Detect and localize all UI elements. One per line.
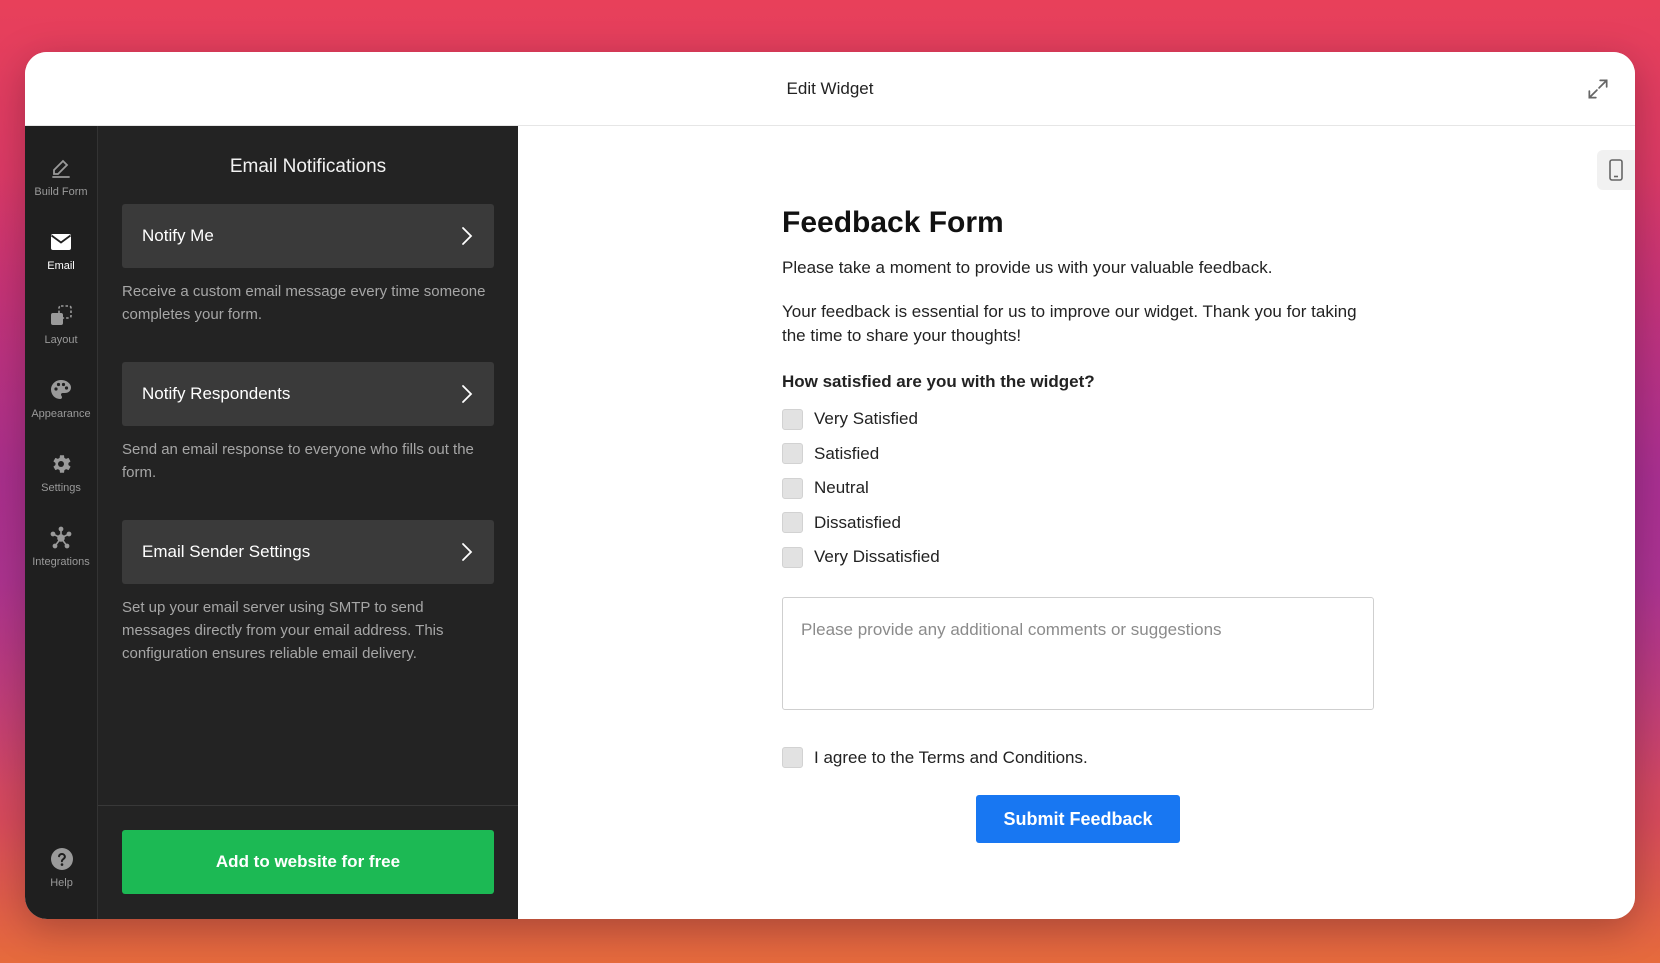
expand-button[interactable] (1583, 74, 1613, 104)
rail-item-layout[interactable]: Layout (25, 288, 98, 362)
rail-label-email: Email (47, 260, 75, 272)
panel-title: Email Notifications (229, 156, 387, 177)
form-intro-secondary: Your feedback is essential for us to imp… (782, 302, 1357, 345)
option-very-satisfied[interactable]: Very Satisfied (782, 402, 1372, 437)
rail-item-integrations[interactable]: Integrations (25, 510, 98, 584)
email-notifications-panel: Email Notifications Notify Me Receive a … (98, 126, 518, 919)
form-intro: Please take a moment to provide us with … (782, 258, 1273, 277)
rail-label-integrations: Integrations (32, 556, 90, 568)
sidebar-rail: Build Form Email Layout Appearance Setti… (25, 126, 98, 919)
checkbox[interactable] (782, 477, 803, 499)
option-label: Neutral (814, 478, 869, 498)
chevron-right-icon (462, 543, 473, 561)
chevron-right-icon (462, 385, 473, 403)
gear-icon (53, 455, 71, 473)
mobile-icon (1609, 159, 1623, 181)
option-very-dissatisfied[interactable]: Very Dissatisfied (782, 540, 1372, 575)
form-title: Feedback Form (782, 206, 1004, 239)
rail-label-layout: Layout (44, 334, 78, 346)
mobile-preview-button[interactable] (1597, 150, 1635, 190)
terms-checkbox[interactable] (782, 747, 803, 769)
rail-item-settings[interactable]: Settings (25, 436, 98, 510)
feedback-form: Feedback Form Please take a moment to pr… (782, 206, 1374, 843)
layout-icon (51, 305, 72, 325)
option-satisfied[interactable]: Satisfied (782, 437, 1372, 472)
rail-label-help: Help (50, 877, 73, 889)
notify-me-card[interactable]: Notify Me (122, 204, 494, 268)
checkbox[interactable] (782, 512, 803, 534)
envelope-icon (50, 234, 72, 250)
option-label: Dissatisfied (814, 512, 901, 532)
rail-label-build-form: Build Form (34, 186, 88, 198)
checkbox[interactable] (782, 546, 803, 568)
question-icon (50, 848, 73, 870)
checkbox[interactable] (782, 443, 803, 465)
satisfaction-question: How satisfied are you with the widget? (782, 372, 1095, 391)
rail-item-build-form[interactable]: Build Form (25, 140, 98, 214)
option-label: Satisfied (814, 443, 880, 463)
submit-feedback-button[interactable]: Submit Feedback (976, 795, 1180, 843)
rail-item-help[interactable]: Help (25, 831, 98, 905)
expand-icon (1588, 79, 1608, 99)
rail-item-appearance[interactable]: Appearance (25, 362, 98, 436)
card-label: Notify Me (142, 226, 214, 245)
option-label: Very Dissatisfied (814, 547, 940, 567)
card-description: Send an email response to everyone who f… (122, 441, 474, 481)
rail-label-appearance: Appearance (31, 408, 91, 420)
chevron-right-icon (462, 227, 473, 245)
terms-label: I agree to the Terms and Conditions. (814, 747, 1088, 767)
option-dissatisfied[interactable]: Dissatisfied (782, 506, 1372, 541)
checkbox[interactable] (782, 408, 803, 430)
pencil-icon (52, 159, 70, 178)
palette-icon (51, 380, 71, 399)
option-neutral[interactable]: Neutral (782, 471, 1372, 506)
comments-textarea[interactable] (782, 596, 1374, 710)
notify-respondents-card[interactable]: Notify Respondents (122, 362, 494, 426)
title-bar: Edit Widget (25, 52, 1635, 126)
card-label: Notify Respondents (142, 384, 291, 403)
rail-label-settings: Settings (41, 482, 81, 494)
add-to-website-button[interactable]: Add to website for free (122, 830, 494, 894)
form-preview: Feedback Form Please take a moment to pr… (518, 126, 1635, 919)
rail-item-email[interactable]: Email (25, 214, 98, 288)
email-sender-settings-card[interactable]: Email Sender Settings (122, 520, 494, 584)
option-label: Very Satisfied (814, 409, 918, 429)
window-title: Edit Widget (786, 78, 874, 98)
card-description: Receive a custom email message every tim… (122, 283, 486, 323)
edit-widget-window: Edit Widget Build Form Email Layout Appe… (25, 52, 1635, 919)
terms-agreement[interactable]: I agree to the Terms and Conditions. (782, 741, 1372, 776)
card-description: Set up your email server using SMTP to s… (122, 599, 444, 662)
panel-footer: Add to website for free (98, 805, 518, 919)
card-label: Email Sender Settings (142, 542, 311, 561)
integrations-icon (50, 526, 72, 549)
